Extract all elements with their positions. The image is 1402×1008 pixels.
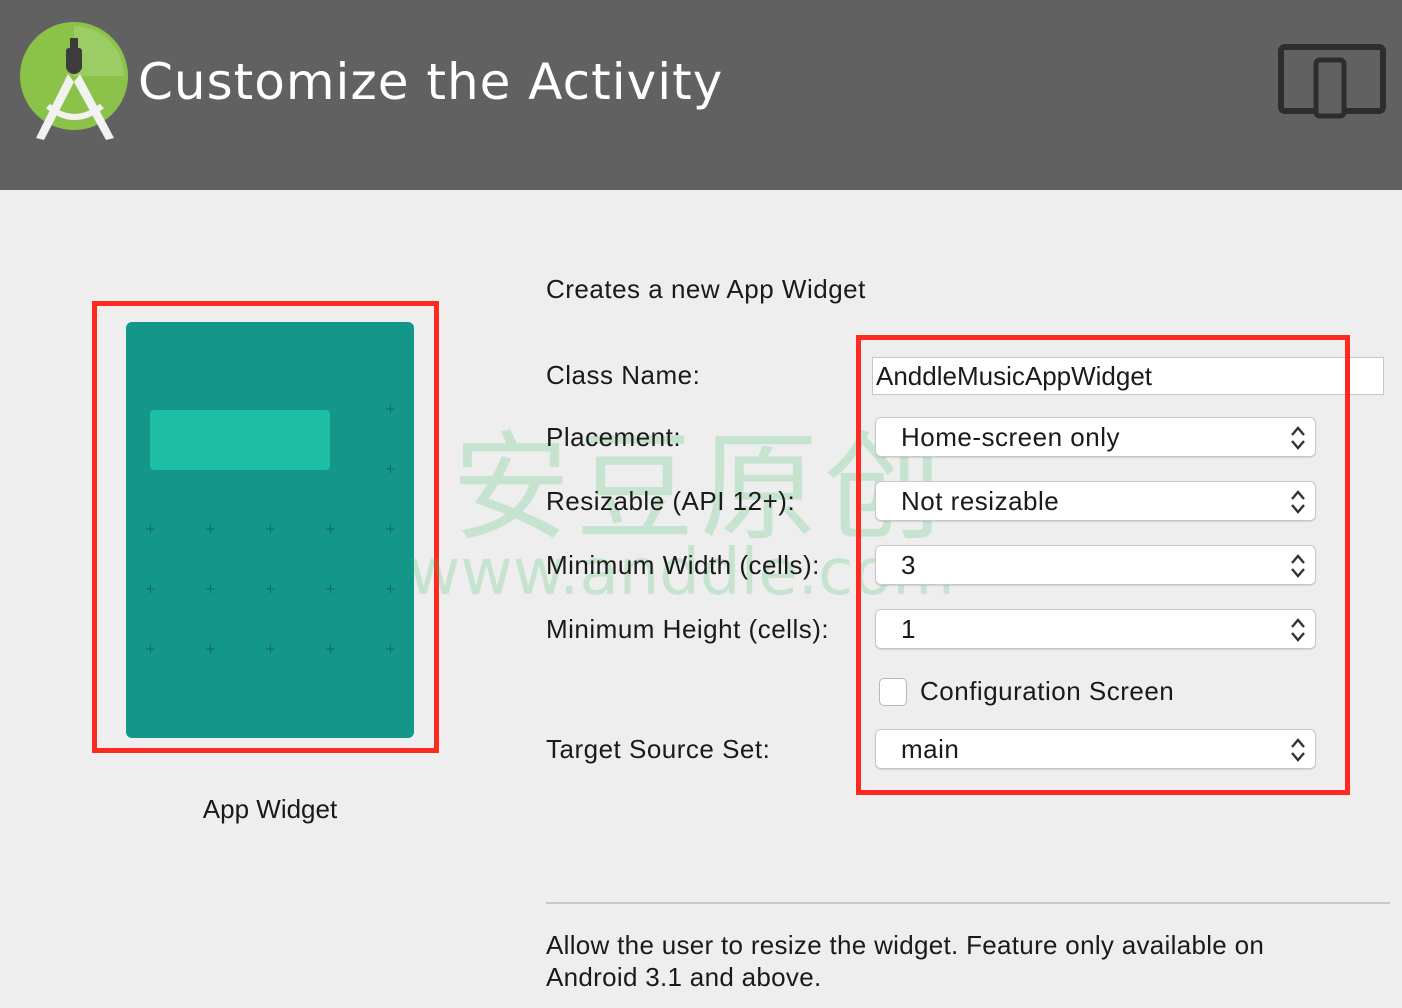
class-name-label: Class Name: bbox=[546, 360, 701, 390]
divider bbox=[546, 902, 1390, 904]
placement-label: Placement: bbox=[546, 422, 682, 452]
android-studio-logo-icon bbox=[20, 22, 128, 140]
min-height-label: Minimum Height (cells): bbox=[546, 614, 830, 644]
help-text: Allow the user to resize the widget. Fea… bbox=[546, 930, 1265, 992]
min-width-label: Minimum Width (cells): bbox=[546, 550, 820, 580]
form-highlight-box bbox=[856, 335, 1350, 795]
tablet-phone-icon bbox=[1278, 44, 1386, 119]
form-description: Creates a new App Widget bbox=[546, 274, 866, 304]
resizable-label: Resizable (API 12+): bbox=[546, 486, 796, 516]
page-title: Customize the Activity bbox=[138, 53, 724, 111]
preview-highlight-box bbox=[92, 301, 439, 753]
header-bar: Customize the Activity bbox=[0, 0, 1402, 190]
preview-caption: App Widget bbox=[202, 794, 338, 824]
source-set-label: Target Source Set: bbox=[546, 734, 771, 764]
